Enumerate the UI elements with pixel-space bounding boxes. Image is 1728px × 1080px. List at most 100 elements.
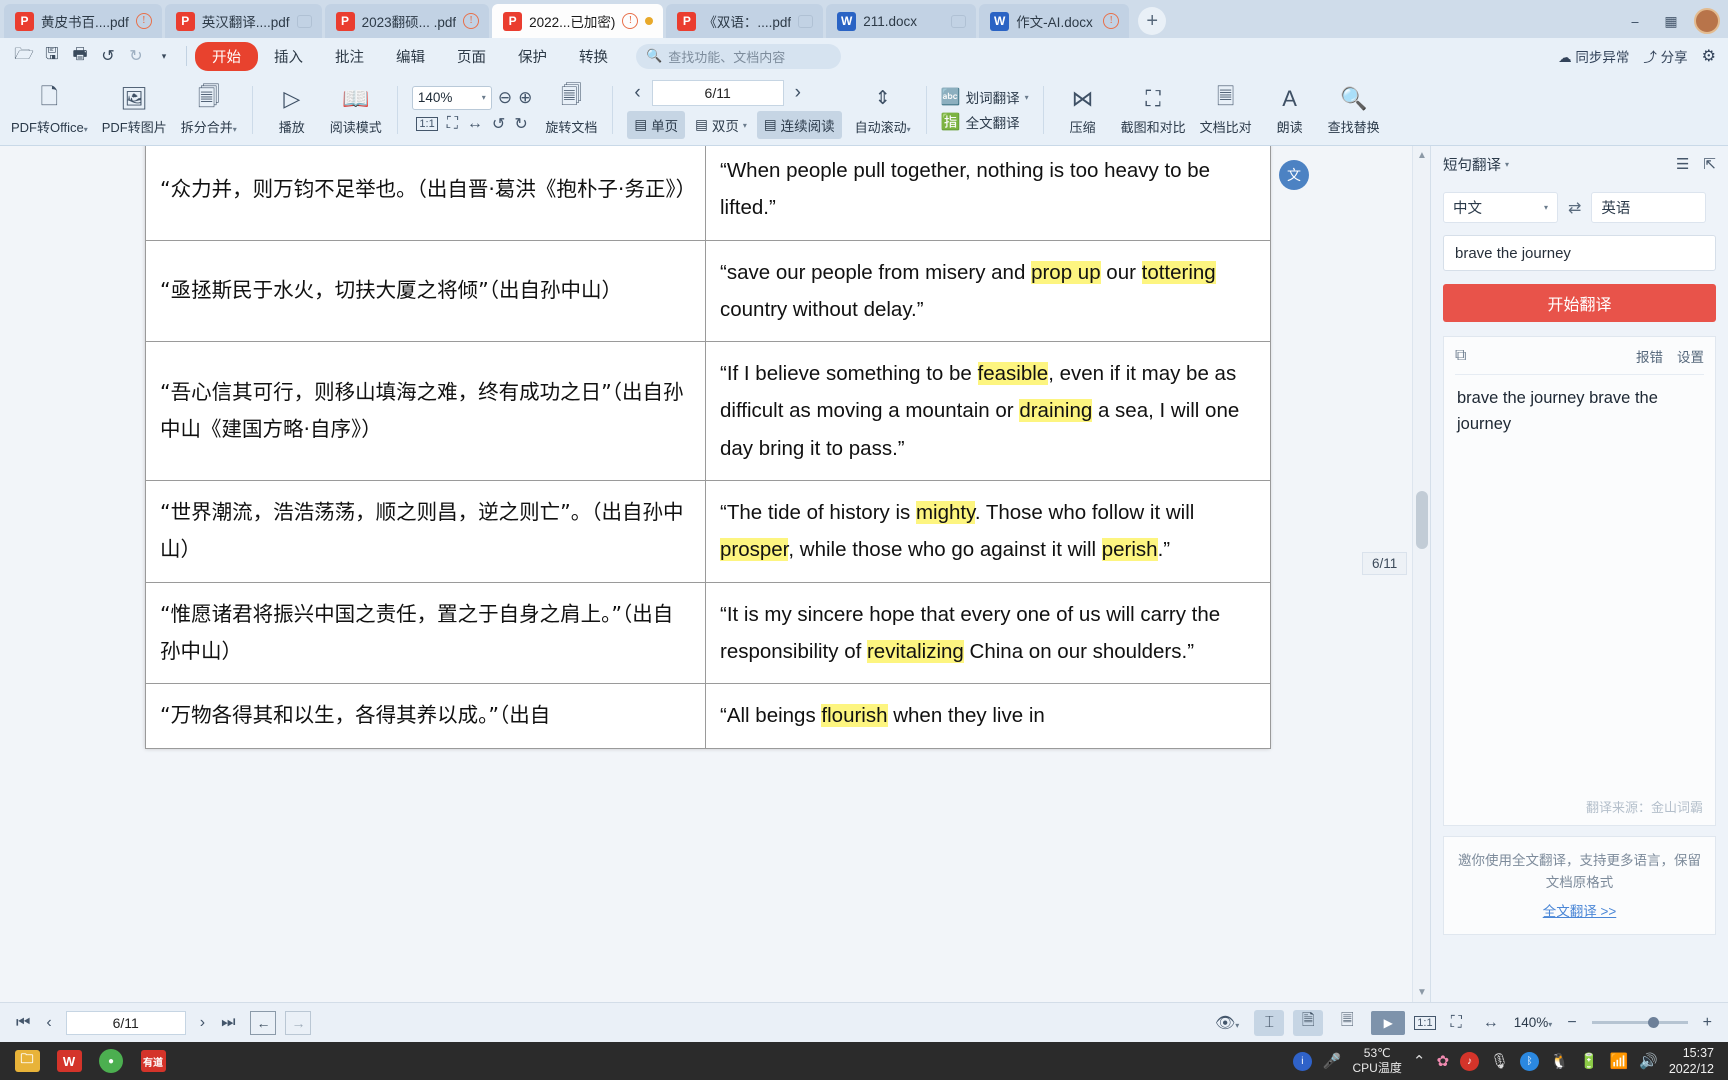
print-icon[interactable]: 🖶 [66,44,94,68]
flower-icon[interactable]: ✿ [1436,1052,1449,1070]
fit-width-icon[interactable]: ↔ [1477,1014,1505,1032]
actual-size-icon[interactable]: 1:1 [416,116,438,131]
english-cell[interactable]: “The tide of history is mighty. Those wh… [705,480,1271,583]
rotate-document-button[interactable]: 🗐 旋转文档 [538,82,604,138]
minimize-button[interactable]: ⎯ [1622,13,1648,30]
ribbon-tool-查找替换[interactable]: 🔍 查找替换 [1321,82,1387,138]
fit-page-icon[interactable]: ⛶ [447,115,458,133]
tab-4[interactable]: P 《双语：....pdf [666,4,824,38]
swap-icon[interactable]: ⇄ [1568,198,1581,218]
english-cell[interactable]: “If I believe something to be feasible, … [705,341,1271,482]
tab-3[interactable]: P 2022...已加密)! [492,4,664,38]
auto-scroll-button[interactable]: ⇕ 自动滚动▾ [848,82,918,138]
single-page-toggle[interactable]: 🗎 [1293,1009,1324,1036]
document-scrollbar[interactable]: ▲ ▼ [1412,146,1430,1002]
menu-item-1[interactable]: 插入 [258,42,319,71]
open-folder-icon[interactable]: 🗁 [10,44,38,68]
microphone-icon[interactable]: 🎙 [1490,1052,1509,1070]
rotate-right-icon[interactable]: ↻ [514,114,527,134]
source-language-select[interactable]: 中文 ▾ [1443,192,1558,223]
menu-item-4[interactable]: 页面 [441,42,502,71]
word-translate-button[interactable]: 🔤 划词翻译 ▾ [941,87,1029,107]
last-page-icon[interactable]: ⏭ [215,1014,241,1032]
menu-item-2[interactable]: 批注 [319,42,380,71]
avatar[interactable] [1694,8,1720,34]
microphone-icon[interactable]: 🎤 [1323,1052,1342,1070]
grid-layout-button[interactable]: ▦ [1658,13,1684,30]
chinese-cell[interactable]: “众力并，则万钧不足举也。（出自晋·葛洪《抱朴子·务正》） [145,146,706,241]
target-language-select[interactable]: 英语 [1591,192,1707,223]
scrollbar-thumb[interactable] [1416,491,1428,549]
new-tab-button[interactable]: + [1138,7,1167,35]
zoom-slider[interactable] [1591,1017,1688,1028]
zoom-out-icon[interactable]: ⊖ [498,88,512,108]
chinese-cell[interactable]: “世界潮流，浩浩荡荡，顺之则昌，逆之则亡”。（出自孙中山） [145,480,706,583]
taskbar-item-youdao[interactable]: 有道 [132,1044,174,1078]
next-page-button[interactable]: › [790,82,806,104]
sync-status[interactable]: ☁ 同步异常 [1558,46,1629,66]
bluetooth-icon[interactable]: ᛒ [1520,1051,1540,1071]
zoom-slider-knob[interactable] [1647,1017,1659,1028]
undo-icon[interactable]: ↺ [94,44,122,68]
eye-icon[interactable]: 👁▾ [1209,1013,1245,1033]
ribbon-button-PDF转Office[interactable]: 🗋 PDF转Office▾ [4,82,95,138]
first-page-icon[interactable]: ⏮ [10,1014,36,1032]
battery-icon[interactable]: 🔋 [1580,1052,1599,1070]
ribbon-tool-朗读[interactable]: A 朗读 [1259,82,1321,138]
warning-icon[interactable]: ! [622,13,639,29]
tab-6[interactable]: W 作文-AI.docx! [979,4,1130,38]
document-viewport[interactable]: “众力并，则万钧不足举也。（出自晋·葛洪《抱朴子·务正》） “When peopl… [0,146,1430,1002]
taskbar-clock[interactable]: 15:37 2022/12 [1669,1045,1714,1078]
zoom-in-icon[interactable]: ⊕ [518,88,532,108]
menu-item-3[interactable]: 编辑 [380,42,441,71]
english-cell[interactable]: “It is my sincere hope that every one of… [705,581,1271,685]
rotate-left-icon[interactable]: ↺ [492,114,505,134]
ribbon-tool-压缩[interactable]: ⋈ 压缩 [1052,82,1114,138]
status-page-input[interactable]: 6/11 [65,1010,186,1035]
taskbar-item-wps[interactable]: W [48,1044,90,1078]
warning-icon[interactable]: ! [1103,13,1120,29]
english-cell[interactable]: “When people pull together, nothing is t… [705,146,1271,241]
search-input[interactable]: 🔍 查找功能、文档内容 [636,43,841,69]
qq-music-icon[interactable]: ♪ [1460,1051,1480,1071]
prev-page-icon[interactable]: ‹ [40,1014,57,1032]
more-quick-icon[interactable]: ▾ [150,44,178,68]
ifly-icon[interactable]: i [1292,1051,1312,1071]
menu-item-5[interactable]: 保护 [502,42,563,71]
view-mode-双页[interactable]: ▤ 双页 ▾ [688,111,754,139]
ribbon-button-拆分合并[interactable]: 🗐 拆分合并▾ [174,82,244,138]
warning-icon[interactable]: ! [135,13,152,29]
chevron-up-icon[interactable]: ⌃ [1413,1052,1426,1070]
qq-penguin-icon[interactable]: 🐧 [1550,1052,1569,1070]
warning-icon[interactable]: ! [463,13,480,29]
translate-toggle-icon[interactable]: 文 [1279,160,1309,190]
chinese-cell[interactable]: “万物各得其和以生，各得其养以成。”（出自 [145,683,706,749]
view-mode-连续阅读[interactable]: ▤ 连续阅读 [756,111,842,139]
copy-icon[interactable]: ⧉ [1455,347,1466,365]
actual-size-icon[interactable]: 1:1 [1414,1015,1436,1030]
zoom-in-button[interactable]: + [1697,1014,1718,1032]
volume-icon[interactable]: 🔊 [1639,1052,1658,1070]
taskbar-item-browser[interactable]: ● [90,1044,132,1078]
translate-input[interactable]: brave the journey [1443,235,1716,271]
full-translate-button[interactable]: 🈯 全文翻译 [941,112,1029,132]
ribbon-button-PDF转图片[interactable]: 🖼 PDF转图片 [95,82,174,138]
full-translate-link[interactable]: 全文翻译 >> [1543,900,1617,920]
menu-item-6[interactable]: 转换 [563,42,624,71]
report-error-link[interactable]: 报错 [1636,346,1663,366]
wifi-icon[interactable]: 📶 [1609,1052,1628,1070]
tab-5[interactable]: W 211.docx [826,4,977,38]
ribbon-button-阅读模式[interactable]: 📖 阅读模式 [323,82,389,138]
double-page-toggle[interactable]: 🗏 [1332,1010,1362,1036]
pin-icon[interactable]: ⇱ [1703,155,1716,173]
zoom-level-label[interactable]: 140%▾ [1514,1015,1553,1030]
english-cell[interactable]: “All beings flourish when they live in [705,683,1271,749]
ribbon-tool-截图和对比[interactable]: ⛶ 截图和对比 [1114,82,1193,138]
share-button[interactable]: ⤴ 分享 [1643,46,1687,66]
view-mode-单页[interactable]: ▤ 单页 [627,111,686,139]
cpu-temperature[interactable]: 53℃ CPU温度 [1353,1046,1402,1076]
ribbon-button-播放[interactable]: ▷ 播放 [261,82,323,138]
tab-2[interactable]: P 2023翻硕... .pdf! [324,4,490,38]
chinese-cell[interactable]: “吾心信其可行，则移山填海之难，终有成功之日”（出自孙中山《建国方略·自序》） [145,341,706,482]
slideshow-play-button[interactable]: ▶ [1371,1010,1406,1035]
